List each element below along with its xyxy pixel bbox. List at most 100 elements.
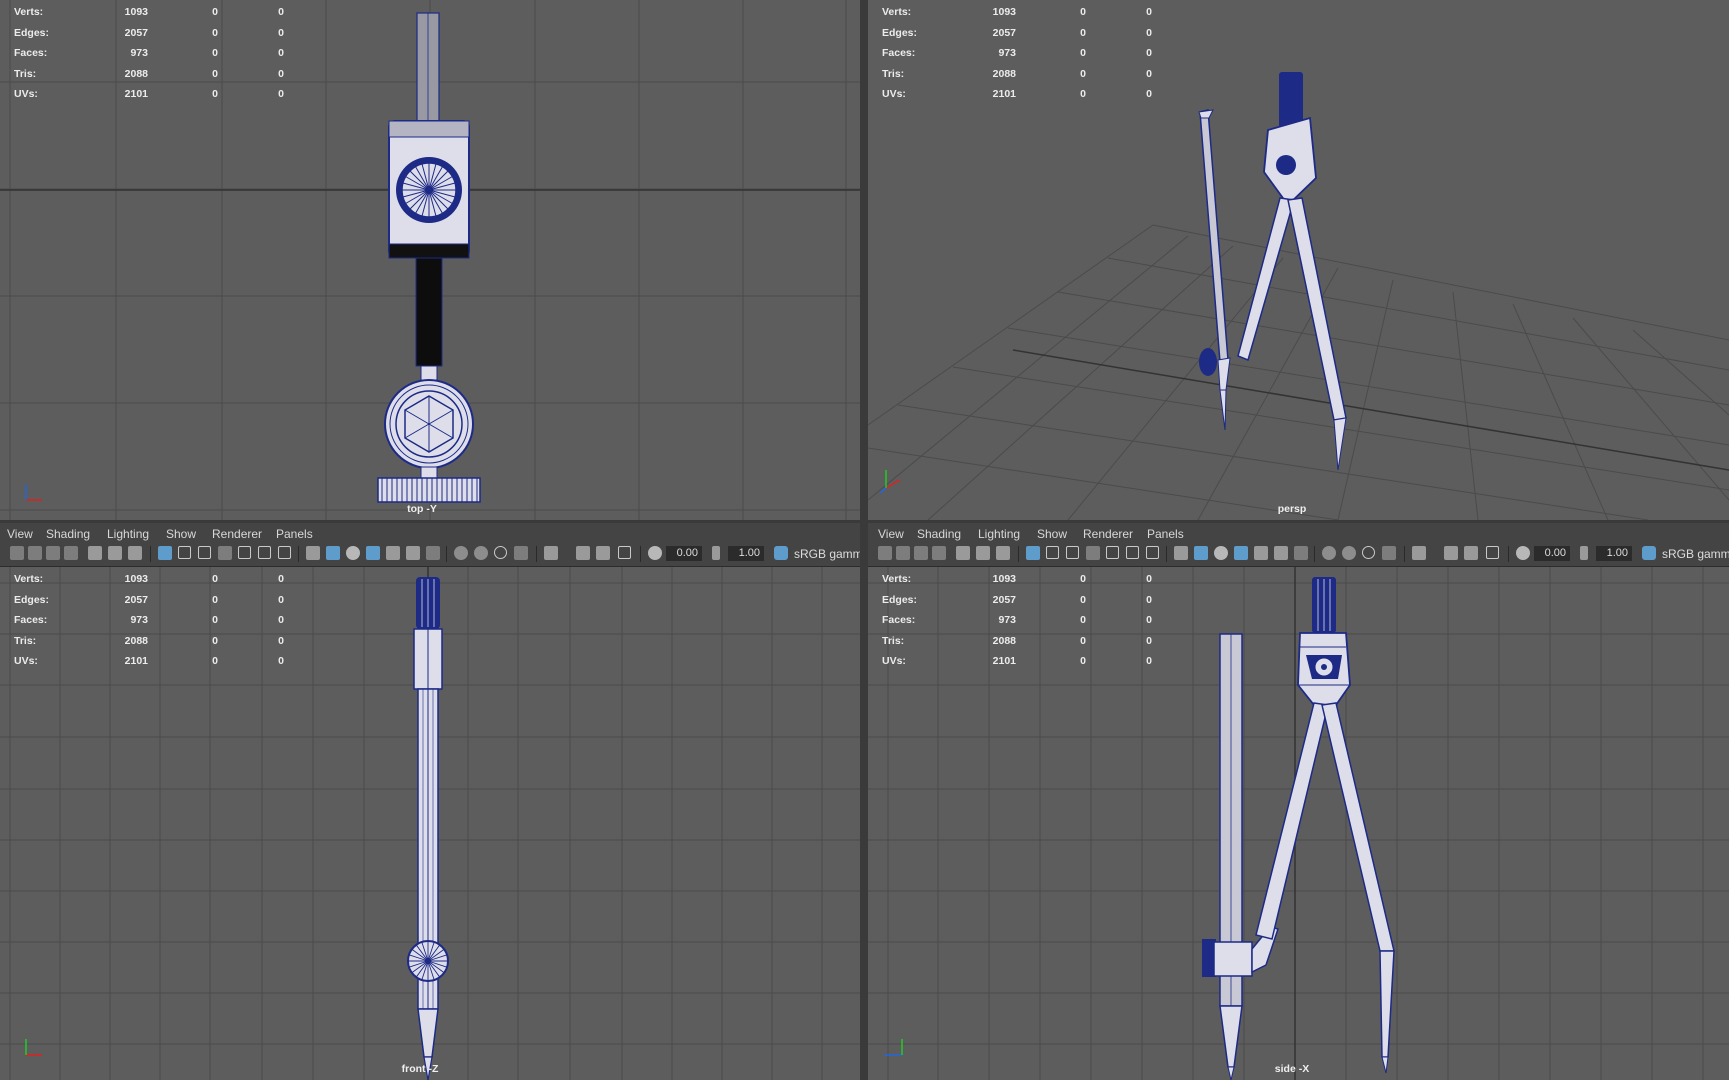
motion-blur-icon[interactable]: [1342, 546, 1356, 560]
persp-right-leg: [1287, 197, 1347, 421]
hud-stats-side: Verts: 1093 0 0 Edges: 2057 0 0 Faces: 973 0 0 Tr…: [882, 573, 1152, 667]
color-management-icon[interactable]: [774, 546, 788, 560]
menu-shading[interactable]: Shading: [46, 527, 90, 541]
pen-icon[interactable]: [128, 546, 142, 560]
menu-show[interactable]: Show: [1037, 527, 1067, 541]
menu-view[interactable]: View: [7, 527, 33, 541]
resolution-gate-icon[interactable]: [1066, 546, 1079, 559]
shadows-icon[interactable]: [1294, 546, 1308, 560]
anti-aliasing-icon[interactable]: [1362, 546, 1375, 559]
exposure-icon[interactable]: [648, 546, 662, 560]
xray-joints-icon[interactable]: [1464, 546, 1478, 560]
menu-renderer[interactable]: Renderer: [212, 527, 262, 541]
xray-joints-icon[interactable]: [596, 546, 610, 560]
textured-icon[interactable]: [1254, 546, 1268, 560]
motion-blur-icon[interactable]: [474, 546, 488, 560]
viewport-side[interactable]: Verts: 1093 0 0 Edges: 2057 0 0 Faces: 973 0 0 Tr…: [868, 567, 1729, 1080]
camera-label-side: side -X: [1274, 1063, 1310, 1075]
color-space-select[interactable]: sRGB gamm: [1662, 546, 1729, 562]
menu-panels[interactable]: Panels: [276, 527, 313, 541]
safe-action-icon[interactable]: [258, 546, 271, 559]
shadows-icon[interactable]: [426, 546, 440, 560]
viewport-front[interactable]: Verts: 1093 0 0 Edges: 2057 0 0 Faces: 973 0 0 Tr…: [0, 567, 860, 1080]
panel-side-view: View Shading Lighting Show Renderer Pane…: [868, 523, 1729, 1080]
side-right-leg: [1321, 702, 1395, 952]
safe-action-icon[interactable]: [1126, 546, 1139, 559]
safe-title-icon[interactable]: [1146, 546, 1159, 559]
image-plane-icon[interactable]: [932, 546, 946, 560]
field-chart-icon[interactable]: [238, 546, 251, 559]
smooth-shade-icon[interactable]: [326, 546, 340, 560]
depth-of-field-icon[interactable]: [1382, 546, 1396, 560]
viewport-top[interactable]: Verts: 1093 0 0 Edges: 2057 0 0 Faces: 973 0 0 Tr…: [0, 0, 860, 520]
anti-aliasing-icon[interactable]: [494, 546, 507, 559]
xray-icon[interactable]: [1444, 546, 1458, 560]
film-gate-icon[interactable]: [178, 546, 191, 559]
lights-icon[interactable]: [1274, 546, 1288, 560]
isolate-select-icon[interactable]: [544, 546, 558, 560]
persp-handle: [1279, 72, 1303, 128]
bookmark-icon[interactable]: [46, 546, 60, 560]
grease-pencil-icon[interactable]: [108, 546, 122, 560]
color-management-icon[interactable]: [1642, 546, 1656, 560]
camera-icon[interactable]: [878, 546, 892, 560]
screen-space-ao-icon[interactable]: [454, 546, 468, 560]
exposure-field[interactable]: 0.00: [1534, 546, 1570, 561]
default-material-icon[interactable]: [1214, 546, 1228, 560]
screen-space-ao-icon[interactable]: [1322, 546, 1336, 560]
camera-attributes-icon[interactable]: [896, 546, 910, 560]
pen-icon[interactable]: [996, 546, 1010, 560]
wireframe-icon[interactable]: [306, 546, 320, 560]
gate-mask-icon[interactable]: [218, 546, 232, 560]
field-chart-icon[interactable]: [1106, 546, 1119, 559]
menubar-front: View Shading Lighting Show Renderer Pane…: [0, 523, 860, 543]
panel-top-view: Verts: 1093 0 0 Edges: 2057 0 0 Faces: 973 0 0 Tr…: [0, 0, 860, 520]
resolution-gate-icon[interactable]: [198, 546, 211, 559]
menu-show[interactable]: Show: [166, 527, 196, 541]
axis-gizmo-icon: [25, 1039, 42, 1056]
perspective-grid: [868, 224, 1729, 520]
camera-icon[interactable]: [10, 546, 24, 560]
axis-gizmo-icon: [25, 484, 42, 501]
gate-mask-icon[interactable]: [1086, 546, 1100, 560]
gamma-icon[interactable]: [1580, 546, 1588, 560]
gamma-icon[interactable]: [712, 546, 720, 560]
lights-icon[interactable]: [406, 546, 420, 560]
menu-panels[interactable]: Panels: [1147, 527, 1184, 541]
textured-icon[interactable]: [386, 546, 400, 560]
menu-view[interactable]: View: [878, 527, 904, 541]
exposure-icon[interactable]: [1516, 546, 1530, 560]
menu-shading[interactable]: Shading: [917, 527, 961, 541]
safe-title-icon[interactable]: [278, 546, 291, 559]
gamma-field[interactable]: 1.00: [728, 546, 764, 561]
2d-pan-zoom-icon[interactable]: [88, 546, 102, 560]
exposure-field[interactable]: 0.00: [666, 546, 702, 561]
xray-components-icon[interactable]: [1486, 546, 1499, 559]
menu-renderer[interactable]: Renderer: [1083, 527, 1133, 541]
depth-of-field-icon[interactable]: [514, 546, 528, 560]
gamma-field[interactable]: 1.00: [1596, 546, 1632, 561]
wireframe-on-shaded-icon[interactable]: [1234, 546, 1248, 560]
grease-pencil-icon[interactable]: [976, 546, 990, 560]
xray-icon[interactable]: [576, 546, 590, 560]
grid-toggle-icon[interactable]: [1026, 546, 1040, 560]
axis-gizmo-icon: [879, 470, 901, 494]
smooth-shade-icon[interactable]: [1194, 546, 1208, 560]
xray-components-icon[interactable]: [618, 546, 631, 559]
camera-attributes-icon[interactable]: [28, 546, 42, 560]
2d-pan-zoom-icon[interactable]: [956, 546, 970, 560]
isolate-select-icon[interactable]: [1412, 546, 1426, 560]
viewport-persp[interactable]: Verts: 1093 0 0 Edges: 2057 0 0 Faces: 973 0 0 Tr…: [868, 0, 1729, 520]
persp-left-leg: [1237, 197, 1295, 362]
menu-lighting[interactable]: Lighting: [978, 527, 1020, 541]
hud-stats-front: Verts: 1093 0 0 Edges: 2057 0 0 Faces: 973 0 0 Tr…: [14, 573, 284, 667]
color-space-select[interactable]: sRGB gamm: [794, 546, 860, 562]
image-plane-icon[interactable]: [64, 546, 78, 560]
film-gate-icon[interactable]: [1046, 546, 1059, 559]
default-material-icon[interactable]: [346, 546, 360, 560]
wireframe-on-shaded-icon[interactable]: [366, 546, 380, 560]
wireframe-icon[interactable]: [1174, 546, 1188, 560]
menu-lighting[interactable]: Lighting: [107, 527, 149, 541]
grid-toggle-icon[interactable]: [158, 546, 172, 560]
bookmark-icon[interactable]: [914, 546, 928, 560]
